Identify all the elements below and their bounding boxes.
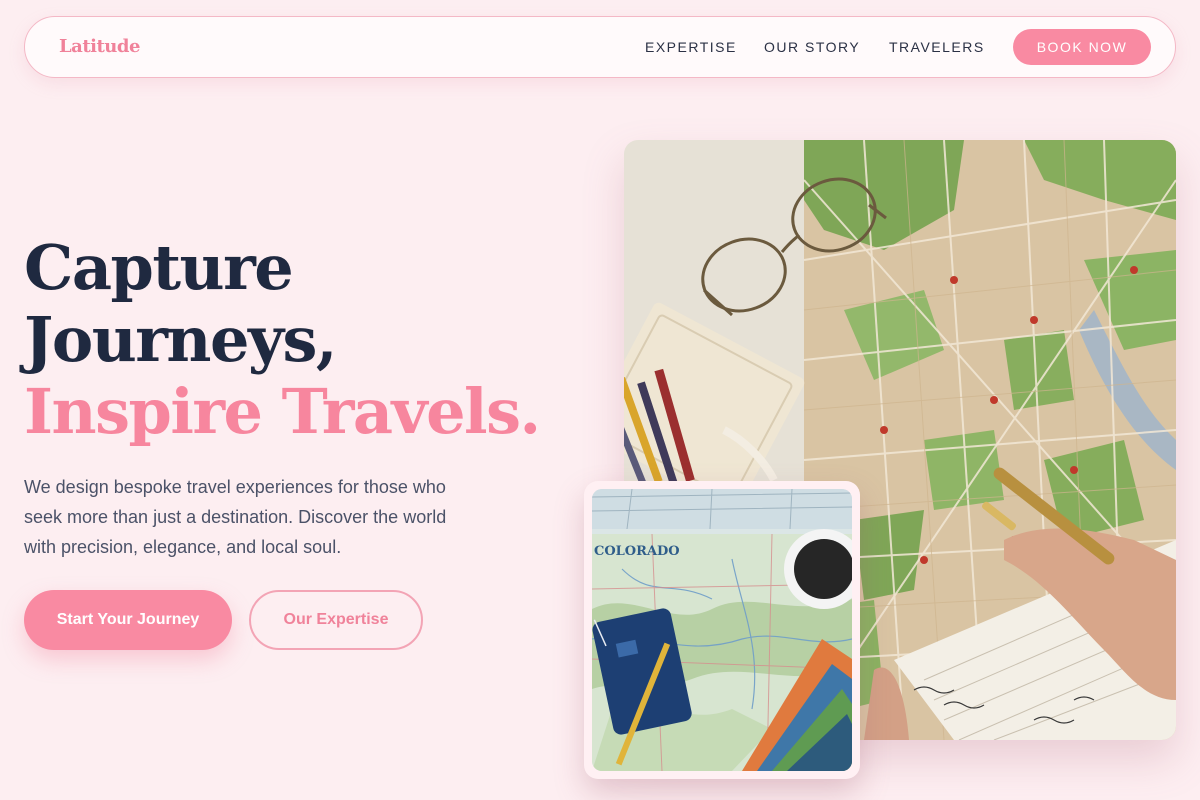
our-expertise-button[interactable]: Our Expertise (249, 590, 423, 650)
colorado-map-photo: COLORADO (592, 489, 852, 771)
book-now-button[interactable]: BOOK NOW (1013, 29, 1151, 65)
headline-line-2: Journeys, (24, 303, 337, 376)
top-navigation: Latitude EXPERTISE OUR STORY TRAVELERS B… (24, 16, 1176, 78)
headline-line-1: Capture (24, 231, 294, 304)
nav-link-travelers[interactable]: TRAVELERS (889, 39, 985, 55)
nav-link-expertise[interactable]: EXPERTISE (645, 39, 737, 55)
colorado-map-illustration: COLORADO (592, 489, 852, 771)
secondary-photo-card: COLORADO (584, 481, 860, 779)
colorado-label: COLORADO (594, 544, 680, 559)
hero-headline: Capture Journeys, Inspire Travels. (24, 231, 541, 448)
headline-accent: Inspire Travels. (24, 375, 541, 448)
nav-link-our-story[interactable]: OUR STORY (764, 39, 860, 55)
logo[interactable]: Latitude (59, 36, 140, 57)
start-journey-button[interactable]: Start Your Journey (24, 590, 232, 650)
hero-description: We design bespoke travel experiences for… (24, 477, 447, 557)
